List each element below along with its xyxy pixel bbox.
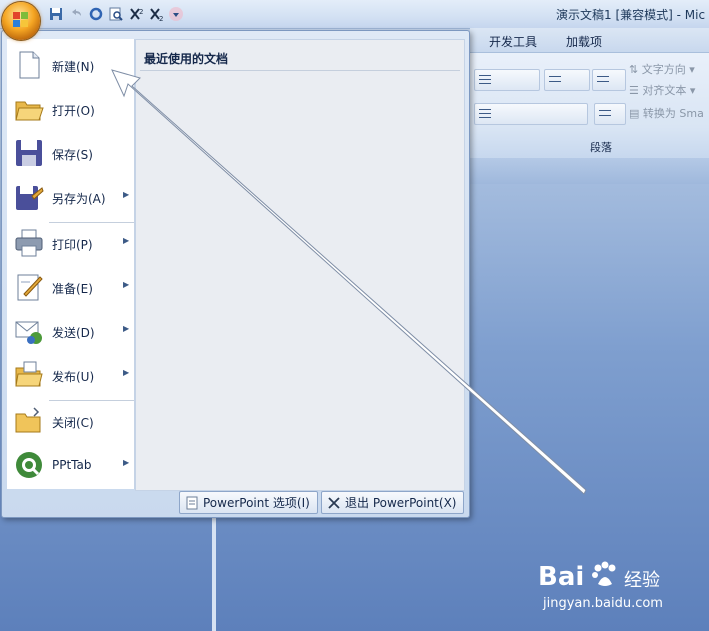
pptab-icon (14, 450, 44, 480)
submenu-arrow-icon: ▶ (123, 280, 130, 289)
new-document-icon (14, 50, 44, 80)
save-as-icon (14, 182, 44, 212)
smartart-icon: ▤ (629, 107, 643, 120)
menu-item-label: 新建(N) (52, 60, 95, 74)
exit-powerpoint-button[interactable]: 退出 PowerPoint(X) (321, 491, 464, 514)
x-subscript-icon[interactable]: 2 (148, 6, 164, 23)
menu-item-label: 关闭(C) (52, 416, 94, 430)
align-text-button[interactable]: ☰ 对齐文本 ▾ (629, 82, 695, 98)
alignment-buttons[interactable] (474, 103, 588, 125)
office-button[interactable] (2, 2, 40, 40)
options-button-label: PowerPoint 选项(I) (203, 496, 310, 510)
menu-item-close[interactable]: 关闭(C) (7, 401, 134, 443)
office-logo-icon (13, 12, 29, 28)
menu-item-pptab[interactable]: PPtTab ▶ (7, 445, 134, 487)
watermark-brand: Bai (538, 562, 585, 592)
save-disk-icon (14, 138, 44, 168)
baidu-paw-icon (590, 560, 620, 590)
menu-item-label: 保存(S) (52, 148, 93, 162)
recent-documents-divider (140, 70, 460, 71)
menu-item-new[interactable]: 新建(N) (7, 45, 134, 87)
tab-addins[interactable]: 加载项 (566, 33, 602, 50)
open-folder-icon (14, 94, 44, 124)
customize-icon[interactable] (168, 6, 184, 22)
save-icon[interactable] (48, 6, 64, 22)
exit-button-label: 退出 PowerPoint(X) (345, 496, 457, 510)
print-preview-icon[interactable] (108, 6, 124, 22)
title-bar: 2 2 演示文稿1 [兼容模式] - Mic (0, 0, 709, 29)
indent-buttons[interactable] (544, 69, 590, 91)
menu-item-label: 另存为(A) (52, 192, 106, 206)
menu-item-label: 发布(U) (52, 370, 95, 384)
submenu-arrow-icon: ▶ (123, 236, 130, 245)
text-direction-button[interactable]: ⇅ 文字方向 ▾ (629, 61, 695, 77)
svg-text:2: 2 (159, 15, 163, 22)
redo-icon[interactable] (88, 6, 104, 22)
options-icon (185, 496, 199, 510)
submenu-arrow-icon: ▶ (123, 190, 130, 199)
publish-icon (14, 360, 44, 390)
office-menu-commands: 新建(N) 打开(O) 保存(S) 另存为(A) ▶ 打印(P) ▶ 准备(E)… (7, 39, 135, 489)
window-title: 演示文稿1 [兼容模式] - Mic (556, 8, 706, 22)
menu-item-publish[interactable]: 发布(U) ▶ (7, 355, 134, 397)
menu-item-save[interactable]: 保存(S) (7, 133, 134, 175)
menu-item-label: 打印(P) (52, 238, 93, 252)
watermark-cn: 经验 (624, 570, 660, 591)
svg-text:2: 2 (139, 8, 143, 16)
paragraph-group-label: 段落 (590, 141, 612, 154)
printer-icon (14, 228, 44, 258)
menu-item-send[interactable]: 发送(D) ▶ (7, 311, 134, 353)
submenu-arrow-icon: ▶ (123, 324, 130, 333)
menu-item-label: PPtTab (52, 458, 92, 472)
x-icon[interactable]: 2 (128, 6, 144, 22)
slide-pane-divider[interactable] (212, 516, 216, 631)
undo-icon[interactable] (68, 6, 84, 22)
menu-item-label: 准备(E) (52, 282, 93, 296)
send-icon (14, 316, 44, 346)
menu-item-label: 发送(D) (52, 326, 95, 340)
recent-documents-panel: 最近使用的文档 (135, 39, 465, 491)
menu-item-label: 打开(O) (52, 104, 95, 118)
exit-x-icon (327, 496, 341, 510)
powerpoint-options-button[interactable]: PowerPoint 选项(I) (179, 491, 318, 514)
menu-item-save-as[interactable]: 另存为(A) ▶ (7, 177, 134, 219)
bullets-button[interactable] (474, 69, 540, 91)
menu-item-open[interactable]: 打开(O) (7, 89, 134, 131)
align-text-icon: ☰ (629, 84, 643, 97)
recent-documents-title: 最近使用的文档 (144, 52, 229, 66)
close-folder-icon (14, 406, 44, 436)
submenu-arrow-icon: ▶ (123, 368, 130, 377)
menu-item-prepare[interactable]: 准备(E) ▶ (7, 267, 134, 309)
watermark-url: jingyan.baidu.com (543, 596, 663, 611)
ribbon-lower-strip (470, 158, 709, 184)
convert-smartart-button[interactable]: ▤ 转换为 Sma (629, 105, 704, 121)
text-direction-icon: ⇅ (629, 63, 642, 76)
office-menu: 新建(N) 打开(O) 保存(S) 另存为(A) ▶ 打印(P) ▶ 准备(E)… (1, 30, 470, 518)
columns-button[interactable] (594, 103, 626, 125)
ribbon-tab-bar: 开发工具 加载项 (470, 28, 709, 52)
submenu-arrow-icon: ▶ (123, 458, 130, 467)
quick-access-toolbar: 2 2 (48, 5, 184, 23)
line-spacing-button[interactable] (592, 69, 626, 91)
prepare-icon (14, 272, 44, 302)
tab-developer[interactable]: 开发工具 (489, 33, 537, 50)
ribbon-paragraph-group: ⇅ 文字方向 ▾ ☰ 对齐文本 ▾ ▤ 转换为 Sma 段落 (470, 52, 709, 160)
menu-item-print[interactable]: 打印(P) ▶ (7, 223, 134, 265)
